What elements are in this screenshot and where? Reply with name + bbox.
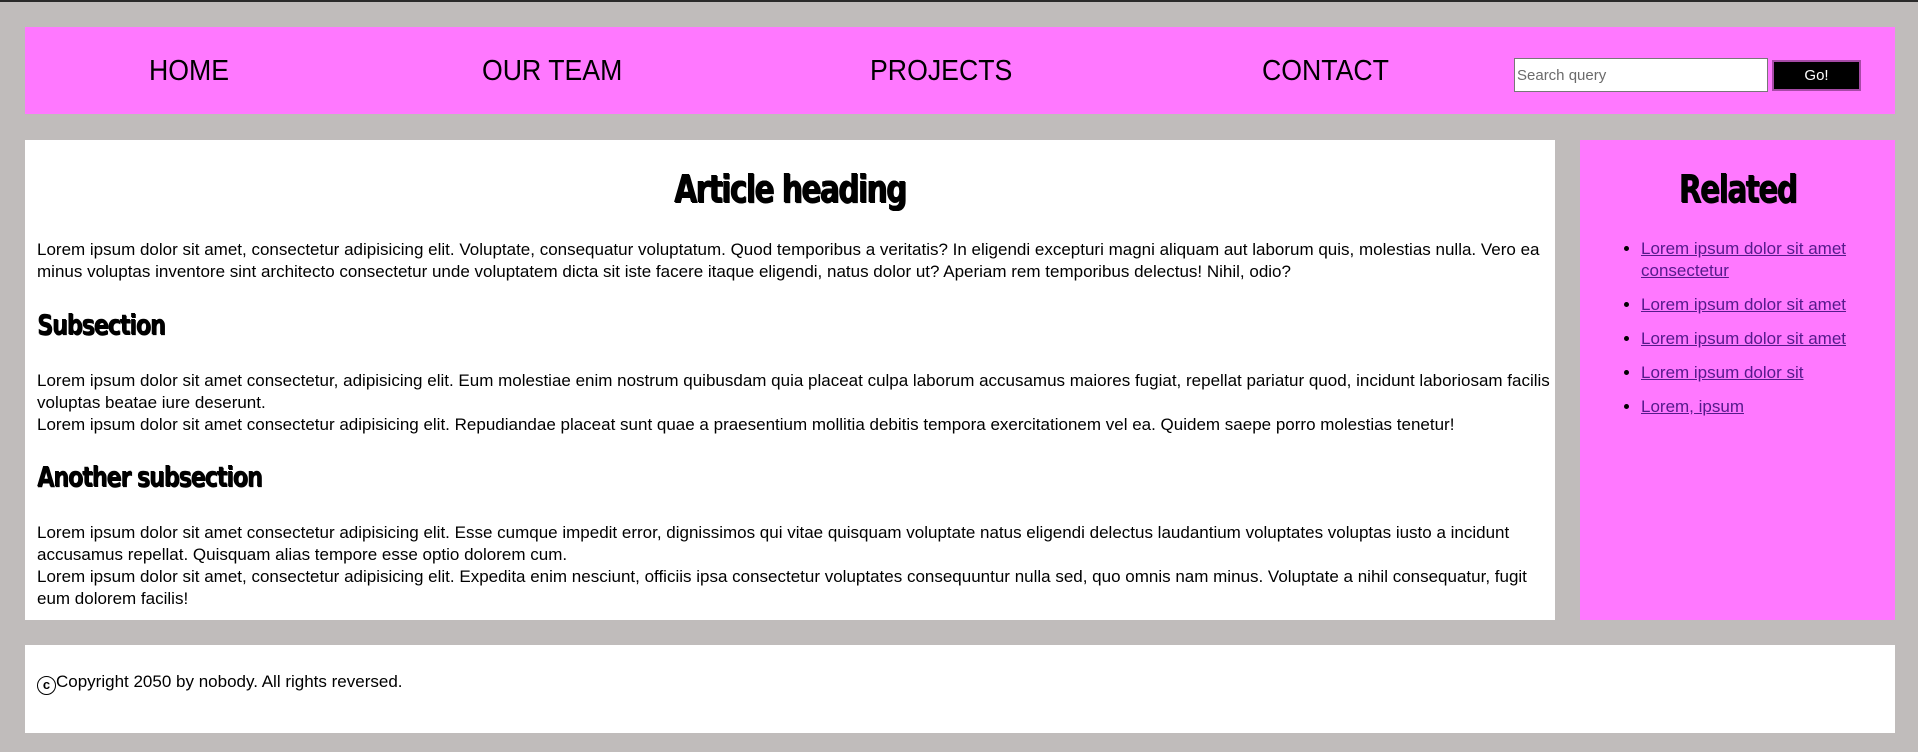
related-sidebar: Related Lorem ipsum dolor sit amet conse… bbox=[1580, 140, 1895, 620]
related-link[interactable]: Lorem ipsum dolor sit bbox=[1641, 363, 1804, 382]
related-link[interactable]: Lorem ipsum dolor sit amet bbox=[1641, 329, 1846, 348]
related-list-item: Lorem ipsum dolor sit amet consectetur bbox=[1641, 238, 1881, 282]
nav-home-link[interactable]: HOME bbox=[149, 54, 229, 88]
subsection-paragraph: Lorem ipsum dolor sit amet consectetur a… bbox=[37, 415, 1455, 434]
related-list-item: Lorem ipsum dolor sit amet bbox=[1641, 294, 1881, 316]
related-link[interactable]: Lorem ipsum dolor sit amet consectetur bbox=[1641, 239, 1846, 280]
site-header: HOME OUR TEAM PROJECTS CONTACT Go! bbox=[25, 27, 1895, 114]
another-subsection-paragraph: Lorem ipsum dolor sit amet consectetur a… bbox=[37, 523, 1510, 564]
subsection-paragraph: Lorem ipsum dolor sit amet consectetur, … bbox=[37, 371, 1550, 412]
nav-contact-link[interactable]: CONTACT bbox=[1262, 54, 1389, 88]
go-button[interactable]: Go! bbox=[1772, 60, 1861, 91]
copyright-notice: c Copyright 2050 by nobody. All rights re… bbox=[37, 671, 403, 695]
search-input[interactable] bbox=[1514, 58, 1768, 92]
related-links-list: Lorem ipsum dolor sit amet consectetur L… bbox=[1641, 238, 1881, 430]
another-subsection-heading: Another subsection bbox=[37, 460, 263, 493]
article-heading: Article heading bbox=[674, 167, 907, 211]
related-heading: Related bbox=[1678, 167, 1798, 211]
article-paragraph: Lorem ipsum dolor sit amet, consectetur … bbox=[37, 240, 1540, 281]
subsection-heading: Subsection bbox=[37, 308, 166, 341]
related-list-item: Lorem ipsum dolor sit bbox=[1641, 362, 1881, 384]
top-border bbox=[0, 0, 1918, 2]
related-link[interactable]: Lorem, ipsum bbox=[1641, 397, 1744, 416]
article: Article heading Lorem ipsum dolor sit am… bbox=[25, 140, 1555, 620]
nav-our-team-link[interactable]: OUR TEAM bbox=[482, 54, 622, 88]
related-list-item: Lorem ipsum dolor sit amet bbox=[1641, 328, 1881, 350]
site-footer: c Copyright 2050 by nobody. All rights re… bbox=[25, 645, 1895, 733]
copyright-icon: c bbox=[37, 676, 56, 695]
nav-projects-link[interactable]: PROJECTS bbox=[870, 54, 1012, 88]
copyright-text: Copyright 2050 by nobody. All rights rev… bbox=[56, 672, 403, 691]
related-list-item: Lorem, ipsum bbox=[1641, 396, 1881, 418]
another-subsection-paragraph: Lorem ipsum dolor sit amet, consectetur … bbox=[37, 567, 1527, 608]
related-link[interactable]: Lorem ipsum dolor sit amet bbox=[1641, 295, 1846, 314]
